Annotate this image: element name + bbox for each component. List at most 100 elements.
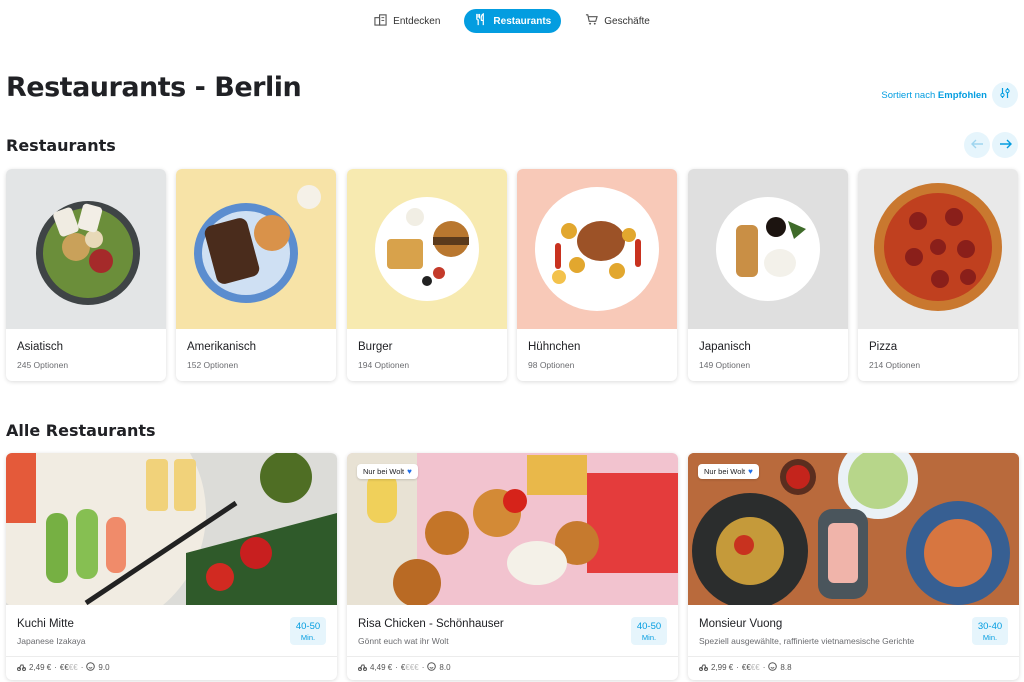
- rating: 9.0: [98, 663, 110, 672]
- scooter-icon: [699, 662, 708, 673]
- smiley-icon: [768, 662, 778, 673]
- category-image-asian-bowl: [6, 169, 166, 329]
- building-icon: [374, 13, 387, 29]
- separator: ·: [736, 663, 739, 672]
- separator: ·: [80, 663, 84, 672]
- categories-section-title: Restaurants: [6, 136, 116, 155]
- delivery-time-badge: 30-40 Min.: [972, 617, 1008, 645]
- category-count: 214 Optionen: [869, 360, 921, 370]
- tab-label: Restaurants: [493, 15, 552, 27]
- price-level-active: €€: [741, 663, 751, 672]
- category-name: Asiatisch: [17, 341, 64, 353]
- restaurant-meta: 2,49 € · €€€€ · 9.0: [17, 662, 110, 673]
- fork-knife-icon: [474, 12, 487, 29]
- category-card-amerikanisch[interactable]: Amerikanisch 152 Optionen: [176, 169, 336, 381]
- delivery-fee: 2,49 €: [29, 663, 52, 672]
- restaurant-meta: 2,99 € · €€€€ · 8.8: [699, 662, 792, 673]
- tab-label: Entdecken: [393, 15, 441, 27]
- category-count: 152 Optionen: [187, 360, 239, 370]
- category-card-pizza[interactable]: Pizza 214 Optionen: [858, 169, 1018, 381]
- restaurant-name: Risa Chicken - Schönhauser: [358, 618, 504, 630]
- top-navigation: Entdecken Restaurants Geschäfte: [0, 9, 1024, 33]
- restaurant-description: Gönnt euch wat ihr Wolt: [358, 636, 449, 646]
- price-level-active: €€: [59, 663, 69, 672]
- divider: [347, 656, 678, 657]
- price-level: €€€€: [401, 663, 419, 672]
- category-count: 98 Optionen: [528, 360, 575, 370]
- category-card-burger[interactable]: Burger 194 Optionen: [347, 169, 507, 381]
- sort-filter-button[interactable]: [992, 82, 1018, 108]
- separator: ·: [54, 663, 57, 672]
- rating: 8.8: [780, 663, 792, 672]
- category-count: 149 Optionen: [699, 360, 751, 370]
- carousel-prev-button[interactable]: [964, 132, 990, 158]
- category-card-huehnchen[interactable]: Hühnchen 98 Optionen: [517, 169, 677, 381]
- tab-restaurants[interactable]: Restaurants: [464, 9, 562, 33]
- restaurant-meta: 4,49 € · €€€€ · 8.0: [358, 662, 451, 673]
- separator: ·: [395, 663, 398, 672]
- tab-entdecken[interactable]: Entdecken: [364, 9, 450, 33]
- delivery-time: 40-50: [295, 621, 321, 632]
- scooter-icon: [358, 662, 367, 673]
- badge-label: Nur bei Wolt: [704, 467, 746, 476]
- sort-prefix: Sortiert nach: [881, 90, 936, 101]
- page-title: Restaurants - Berlin: [6, 72, 302, 103]
- restaurant-image-sushi: [6, 453, 337, 605]
- cart-icon: [585, 13, 599, 29]
- exclusive-badge: Nur bei Wolt ♥: [698, 464, 759, 479]
- category-count: 245 Optionen: [17, 360, 69, 370]
- delivery-time-unit: Min.: [300, 633, 316, 642]
- heart-icon: ♥: [407, 467, 412, 476]
- price-level-inactive: €€: [750, 663, 760, 672]
- delivery-fee: 2,99 €: [711, 663, 734, 672]
- price-level-inactive: €€: [68, 663, 78, 672]
- delivery-time-badge: 40-50 Min.: [290, 617, 326, 645]
- delivery-fee: 4,49 €: [370, 663, 393, 672]
- smiley-icon: [427, 662, 437, 673]
- separator: ·: [421, 663, 425, 672]
- tab-geschaefte[interactable]: Geschäfte: [575, 9, 660, 33]
- delivery-time-badge: 40-50 Min.: [631, 617, 667, 645]
- restaurant-image-fried-chicken: Nur bei Wolt ♥: [347, 453, 678, 605]
- divider: [688, 656, 1019, 657]
- exclusive-badge: Nur bei Wolt ♥: [357, 464, 418, 479]
- sort-label[interactable]: Sortiert nach Empfohlen: [881, 90, 987, 101]
- category-name: Japanisch: [699, 341, 751, 353]
- restaurant-description: Speziell ausgewählte, raffinierte vietna…: [699, 636, 915, 646]
- arrow-left-icon: [970, 136, 984, 154]
- price-level-inactive: €€€: [405, 663, 419, 672]
- divider: [6, 656, 337, 657]
- delivery-time: 40-50: [636, 621, 662, 632]
- sort-value: Empfohlen: [937, 90, 987, 101]
- category-name: Hühnchen: [528, 341, 581, 353]
- smiley-icon: [86, 662, 96, 673]
- category-card-japanisch[interactable]: Japanisch 149 Optionen: [688, 169, 848, 381]
- badge-label: Nur bei Wolt: [363, 467, 405, 476]
- delivery-time-unit: Min.: [982, 633, 998, 642]
- category-image-japanese-plate: [688, 169, 848, 329]
- arrow-right-icon: [999, 136, 1012, 154]
- rating: 8.0: [439, 663, 451, 672]
- category-image-burger: [347, 169, 507, 329]
- all-restaurants-section-title: Alle Restaurants: [6, 421, 156, 440]
- restaurant-card-risa-chicken[interactable]: Nur bei Wolt ♥ Risa Chicken - Schönhause…: [347, 453, 678, 680]
- scooter-icon: [17, 662, 26, 673]
- restaurant-name: Kuchi Mitte: [17, 618, 74, 630]
- category-image-pizza: [858, 169, 1018, 329]
- restaurant-name: Monsieur Vuong: [699, 618, 783, 630]
- category-image-roast-chicken: [517, 169, 677, 329]
- category-image-ribs: [176, 169, 336, 329]
- sliders-icon: [999, 86, 1011, 104]
- delivery-time-unit: Min.: [641, 633, 657, 642]
- tab-label: Geschäfte: [604, 15, 650, 27]
- heart-icon: ♥: [748, 467, 753, 476]
- restaurant-card-monsieur-vuong[interactable]: Nur bei Wolt ♥ Monsieur Vuong Speziell a…: [688, 453, 1019, 680]
- category-name: Amerikanisch: [187, 341, 257, 353]
- category-count: 194 Optionen: [358, 360, 410, 370]
- separator: ·: [762, 663, 766, 672]
- category-card-asiatisch[interactable]: Asiatisch 245 Optionen: [6, 169, 166, 381]
- restaurant-description: Japanese Izakaya: [17, 636, 86, 646]
- carousel-next-button[interactable]: [992, 132, 1018, 158]
- price-level: €€€€: [60, 663, 78, 672]
- restaurant-card-kuchi-mitte[interactable]: Kuchi Mitte Japanese Izakaya 40-50 Min. …: [6, 453, 337, 680]
